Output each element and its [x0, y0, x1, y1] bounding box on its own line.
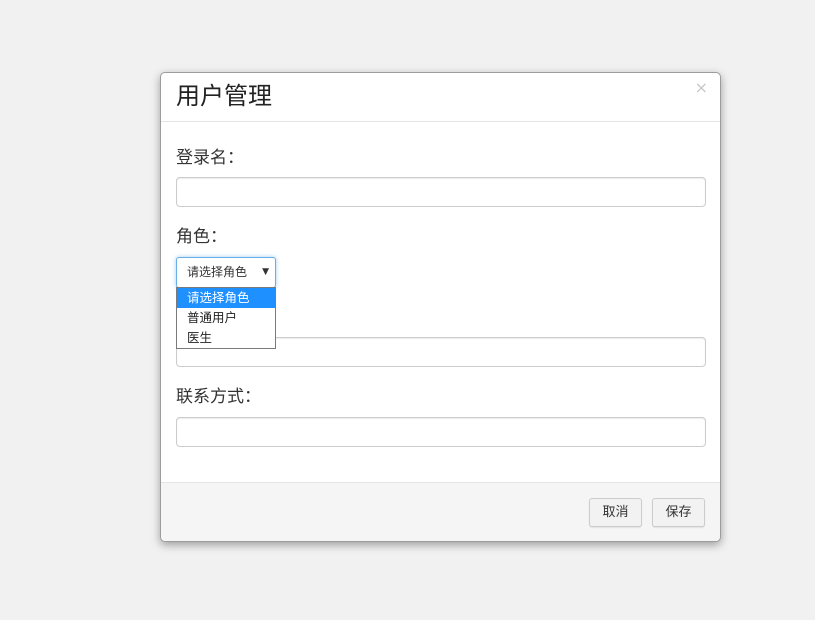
dialog-footer: 取消 保存 [161, 482, 720, 541]
login-name-label: 登录名： [176, 148, 244, 168]
login-name-input[interactable] [176, 177, 706, 207]
close-icon[interactable]: × [695, 79, 708, 97]
role-option-doctor[interactable]: 医生 [177, 328, 275, 348]
role-label: 角色： [176, 227, 227, 247]
contact-input[interactable] [176, 417, 706, 447]
user-management-dialog: 用户管理 × 登录名： 角色： 请选择角色 ▼ 请选择角色 普通用户 医生 联系… [160, 72, 721, 542]
cancel-button[interactable]: 取消 [589, 498, 642, 527]
dropdown-arrow-icon: ▼ [262, 267, 269, 277]
dialog-header: 用户管理 × [161, 73, 720, 122]
role-dropdown-list: 请选择角色 普通用户 医生 [176, 287, 276, 349]
dialog-title: 用户管理 [176, 82, 272, 110]
role-select[interactable]: 请选择角色 ▼ [176, 257, 276, 288]
role-select-value: 请选择角色 [187, 265, 248, 279]
role-option-regular-user[interactable]: 普通用户 [177, 308, 275, 328]
contact-label: 联系方式： [176, 387, 261, 407]
save-button[interactable]: 保存 [652, 498, 705, 527]
role-option-placeholder[interactable]: 请选择角色 [177, 288, 275, 308]
